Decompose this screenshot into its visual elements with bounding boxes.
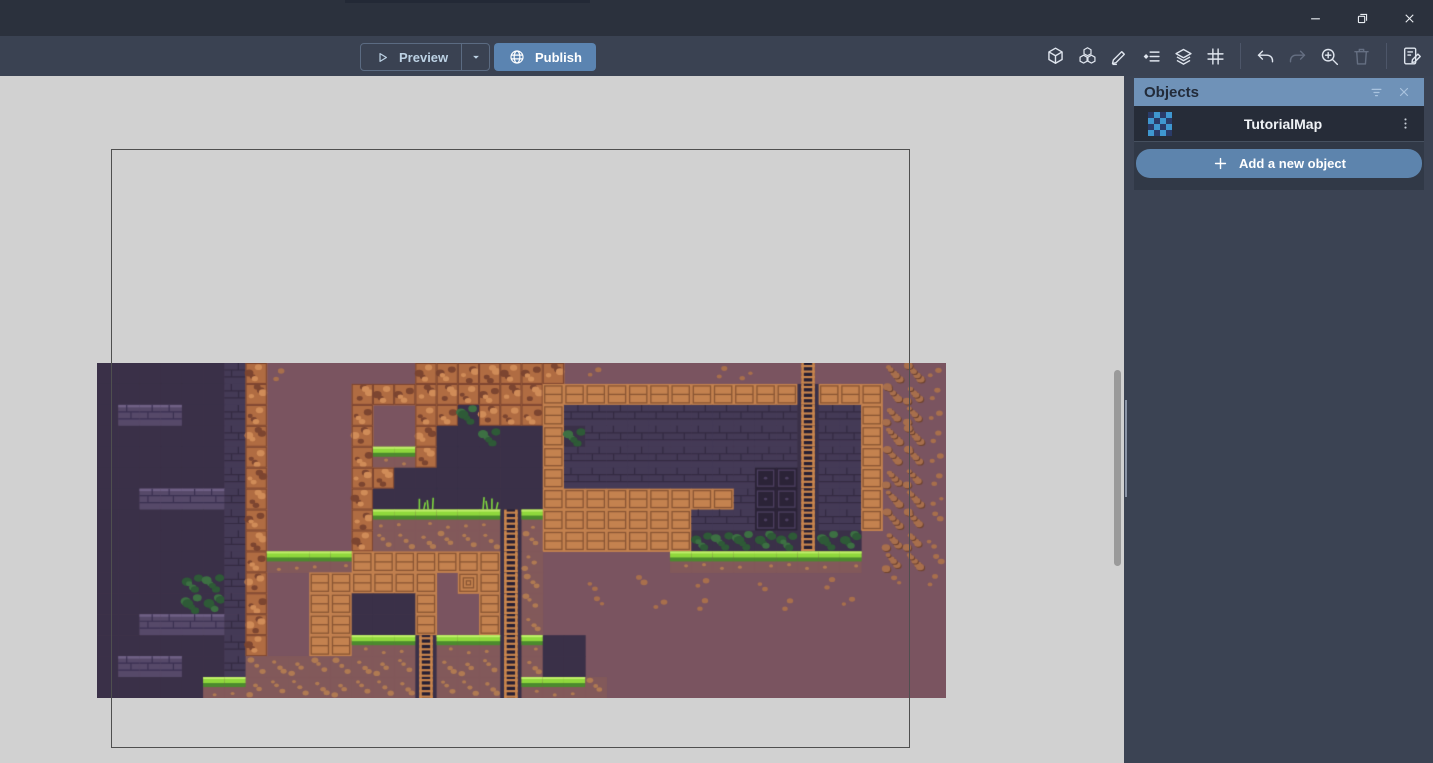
toolbar-icon-group — [1043, 36, 1424, 76]
right-panel: Objects TutorialMap Add a new object — [1124, 76, 1433, 763]
chevron-down-icon — [469, 50, 483, 64]
open-instances-list-button[interactable] — [1139, 44, 1164, 69]
notebook-edit-icon — [1401, 45, 1423, 67]
objects-panel-header: Objects — [1134, 78, 1424, 106]
panel-scrollbar[interactable] — [1125, 400, 1127, 497]
add-new-object-button[interactable]: Add a new object — [1136, 149, 1422, 178]
preview-split-button: Preview — [360, 43, 490, 71]
preview-button[interactable]: Preview — [361, 44, 461, 70]
globe-icon — [508, 48, 526, 66]
objects-panel-title: Objects — [1144, 84, 1362, 101]
close-icon — [1397, 85, 1411, 99]
toolbar-divider — [1240, 43, 1241, 69]
window-controls — [1292, 0, 1433, 36]
filter-objects-button[interactable] — [1362, 80, 1390, 104]
plus-icon — [1212, 155, 1229, 172]
undo-icon — [1255, 46, 1276, 67]
cube-icon — [1045, 46, 1066, 67]
undo-button[interactable] — [1253, 44, 1278, 69]
toggle-grid-button[interactable] — [1203, 44, 1228, 69]
add-object-label: Add a new object — [1239, 156, 1346, 171]
layers-icon — [1173, 46, 1194, 67]
preview-options-dropdown[interactable] — [461, 44, 489, 70]
canvas-vertical-scrollbar[interactable] — [1114, 370, 1121, 566]
close-objects-panel-button[interactable] — [1390, 80, 1418, 104]
objects-panel: Objects TutorialMap Add a new object — [1134, 78, 1424, 190]
scene-editor-canvas-area — [0, 76, 1124, 763]
preview-label: Preview — [399, 50, 448, 65]
scene-window-frame — [111, 149, 910, 748]
toolbar-divider — [1386, 43, 1387, 69]
window-titlebar — [0, 0, 1433, 36]
restore-button[interactable] — [1339, 0, 1386, 36]
play-icon — [374, 49, 391, 66]
pencil-icon — [1109, 46, 1130, 67]
cubes-group-icon — [1077, 46, 1098, 67]
project-notes-button[interactable] — [1399, 44, 1424, 69]
publish-button[interactable]: Publish — [494, 43, 596, 71]
main-toolbar: Preview Publish — [0, 36, 1433, 76]
objects-list: TutorialMap — [1134, 106, 1424, 142]
add-object-zone: Add a new object — [1134, 142, 1424, 190]
grid-icon — [1205, 46, 1226, 67]
object-name: TutorialMap — [1172, 116, 1394, 132]
edit-properties-button[interactable] — [1107, 44, 1132, 69]
object-menu-button[interactable] — [1394, 112, 1416, 136]
publish-label: Publish — [535, 50, 582, 65]
open-object-groups-button[interactable] — [1075, 44, 1100, 69]
redo-icon — [1287, 46, 1308, 67]
scene-tab-top-edge — [345, 0, 590, 3]
trash-icon — [1351, 46, 1372, 67]
instances-list-icon — [1141, 46, 1162, 67]
open-layers-editor-button[interactable] — [1171, 44, 1196, 69]
zoom-in-button[interactable] — [1317, 44, 1342, 69]
close-button[interactable] — [1386, 0, 1433, 36]
filter-icon — [1369, 85, 1384, 100]
tilemap-object-thumbnail — [1148, 112, 1172, 136]
minimize-button[interactable] — [1292, 0, 1339, 36]
open-objects-list-button[interactable] — [1043, 44, 1068, 69]
zoom-in-icon — [1319, 46, 1340, 67]
redo-button[interactable] — [1285, 44, 1310, 69]
delete-button[interactable] — [1349, 44, 1374, 69]
object-list-item[interactable]: TutorialMap — [1134, 106, 1424, 141]
